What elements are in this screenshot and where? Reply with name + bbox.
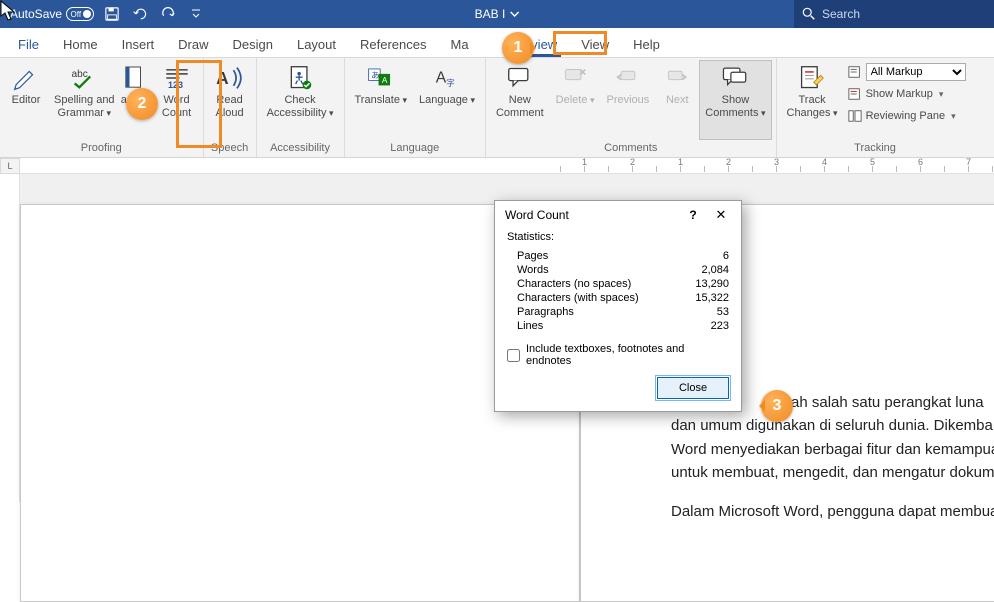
redo-icon[interactable] — [158, 4, 178, 24]
dialog-close-x[interactable]: ✕ — [705, 203, 737, 227]
tab-mailings[interactable]: Ma — [439, 31, 503, 57]
read-aloud-button[interactable]: A Read Aloud — [208, 60, 252, 140]
language-icon: A字 — [433, 64, 461, 92]
tab-help[interactable]: Help — [621, 31, 672, 57]
markup-icon — [848, 65, 862, 79]
undo-icon[interactable] — [130, 4, 150, 24]
new-comment-icon — [506, 64, 534, 92]
dialog-title: Word Count — [505, 208, 569, 222]
group-label-accessibility: Accessibility — [270, 140, 330, 157]
tab-draw[interactable]: Draw — [166, 31, 220, 57]
spelling-icon: abc — [70, 64, 98, 92]
group-proofing: Editor abc Spelling and Grammar aurus 12… — [0, 58, 204, 157]
previous-comment-button: Previous — [600, 60, 655, 140]
stat-row: Characters (no spaces)13,290 — [507, 277, 729, 291]
title-bar: AutoSave Off BAB I — [0, 0, 994, 28]
autosave-label: AutoSave — [10, 7, 62, 21]
search-box[interactable] — [794, 0, 994, 28]
chevron-down-icon — [509, 9, 519, 19]
ruler-corner: L — [0, 158, 20, 174]
svg-text:A: A — [382, 76, 388, 85]
accessibility-icon — [286, 64, 314, 92]
callout-3: 3 — [761, 390, 793, 422]
group-label-comments: Comments — [604, 140, 657, 157]
word-count-button[interactable]: 123 Word Count — [155, 60, 199, 140]
save-icon[interactable] — [102, 4, 122, 24]
svg-text:123: 123 — [168, 80, 183, 90]
group-language: あA Translate A字 Language Language — [345, 58, 486, 157]
svg-text:字: 字 — [446, 77, 455, 88]
tab-references[interactable]: References — [348, 31, 438, 57]
vertical-ruler[interactable] — [0, 174, 20, 502]
group-label-speech: Speech — [211, 140, 248, 157]
group-label-proofing: Proofing — [81, 140, 122, 157]
stat-row: Pages6 — [507, 249, 729, 263]
group-label-language: Language — [390, 140, 439, 157]
show-markup-button[interactable]: Show Markup — [848, 84, 966, 104]
svg-text:A: A — [436, 69, 447, 86]
svg-text:あ: あ — [371, 71, 379, 80]
previous-comment-icon — [614, 64, 642, 92]
search-input[interactable] — [822, 7, 962, 21]
group-speech: A Read Aloud Speech — [204, 58, 257, 157]
autosave-toggle[interactable]: AutoSave Off — [10, 7, 94, 21]
horizontal-ruler[interactable] — [20, 158, 994, 174]
tab-home[interactable]: Home — [51, 31, 110, 57]
svg-text:A: A — [216, 68, 229, 88]
statistics-header: Statistics: — [507, 231, 729, 243]
check-accessibility-button[interactable]: Check Accessibility — [261, 60, 340, 140]
spelling-grammar-button[interactable]: abc Spelling and Grammar — [48, 60, 121, 140]
show-comments-button[interactable]: Show Comments — [699, 60, 771, 140]
stat-row: Paragraphs53 — [507, 305, 729, 319]
group-accessibility: Check Accessibility Accessibility — [257, 58, 345, 157]
stat-row: Characters (with spaces)15,322 — [507, 291, 729, 305]
include-textboxes-input[interactable] — [507, 349, 520, 362]
display-for-review-dropdown[interactable]: All Markup — [848, 62, 966, 82]
editor-icon — [12, 64, 40, 92]
show-markup-icon — [848, 87, 862, 101]
svg-text:abc: abc — [72, 69, 88, 80]
ribbon-tabs: File Home Insert Draw Design Layout Refe… — [0, 28, 994, 58]
reviewing-pane-button[interactable]: Reviewing Pane — [848, 106, 966, 126]
new-comment-button[interactable]: New Comment — [490, 60, 550, 140]
qat-customize-icon[interactable] — [186, 4, 206, 24]
next-comment-icon — [663, 64, 691, 92]
callout-2: 2 — [126, 88, 158, 120]
tab-layout[interactable]: Layout — [285, 31, 348, 57]
track-changes-icon — [798, 64, 826, 92]
tab-insert[interactable]: Insert — [110, 31, 167, 57]
reviewing-pane-icon — [848, 109, 862, 123]
next-comment-button: Next — [655, 60, 699, 140]
group-label-tracking: Tracking — [854, 140, 896, 157]
tab-view[interactable]: View — [569, 31, 621, 57]
dialog-help-button[interactable]: ? — [681, 208, 705, 222]
delete-comment-button: Delete — [550, 60, 601, 140]
document-title[interactable]: BAB I — [475, 7, 520, 21]
search-icon — [802, 7, 816, 21]
callout-1: 1 — [502, 32, 534, 64]
read-aloud-icon: A — [216, 64, 244, 92]
track-changes-button[interactable]: Track Changes — [781, 60, 844, 140]
word-count-icon: 123 — [163, 64, 191, 92]
show-comments-icon — [721, 64, 749, 92]
include-textboxes-checkbox[interactable]: Include textboxes, footnotes and endnote… — [507, 343, 729, 367]
tab-file[interactable]: File — [6, 31, 51, 57]
dialog-close-button[interactable]: Close — [657, 377, 729, 399]
translate-button[interactable]: あA Translate — [349, 60, 413, 140]
stat-row: Lines223 — [507, 319, 729, 333]
display-for-review-select[interactable]: All Markup — [866, 63, 966, 81]
group-comments: New Comment Delete Previous Next Show Co… — [486, 58, 777, 157]
language-button[interactable]: A字 Language — [413, 60, 481, 140]
translate-icon: あA — [367, 64, 395, 92]
group-tracking: Track Changes All Markup Show Markup Rev… — [777, 58, 980, 157]
delete-comment-icon — [561, 64, 589, 92]
word-count-dialog: Word Count ? ✕ Statistics: Pages6Words2,… — [494, 200, 742, 412]
stat-row: Words2,084 — [507, 263, 729, 277]
editor-button[interactable]: Editor — [4, 60, 48, 140]
tab-design[interactable]: Design — [221, 31, 285, 57]
